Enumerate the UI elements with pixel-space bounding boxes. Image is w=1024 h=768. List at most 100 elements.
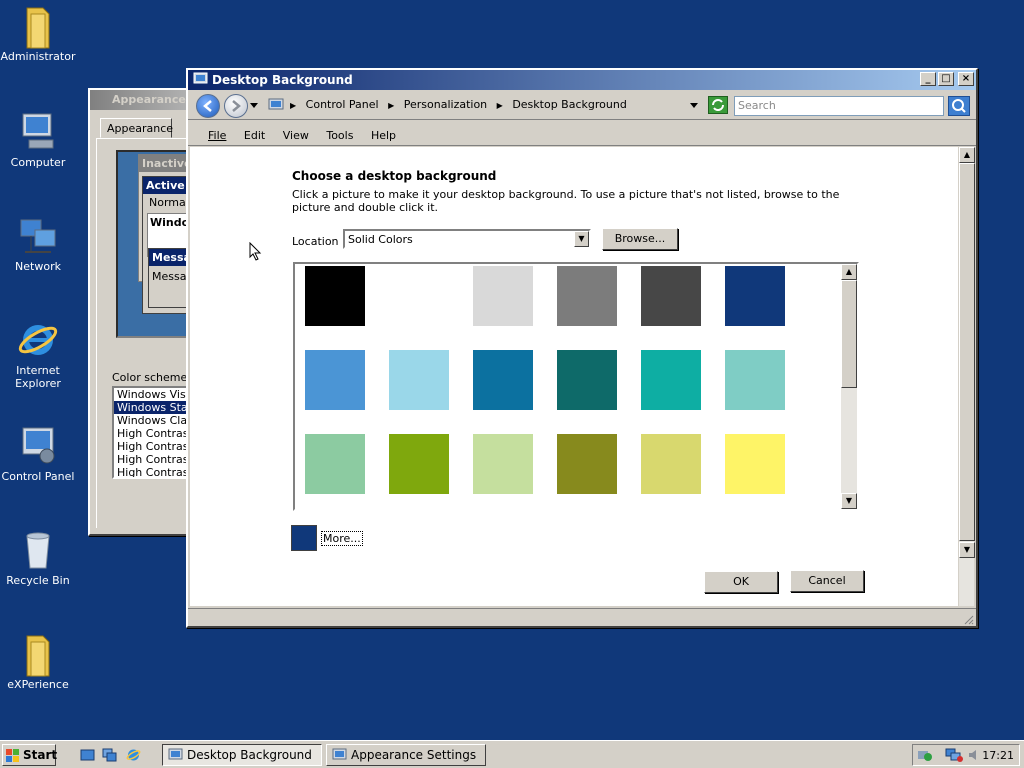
color-scheme-label: Color scheme: — [112, 371, 191, 384]
breadcrumb-desktop-background[interactable]: Desktop Background — [512, 98, 627, 111]
refresh-icon — [712, 99, 724, 111]
color-swatch[interactable] — [641, 350, 701, 410]
breadcrumb-control-panel[interactable]: Control Panel — [306, 98, 379, 111]
breadcrumb-personalization[interactable]: Personalization — [404, 98, 487, 111]
forward-button[interactable] — [224, 94, 248, 118]
color-swatch[interactable] — [557, 350, 617, 410]
color-swatch[interactable] — [305, 266, 365, 326]
close-button[interactable]: × — [958, 72, 974, 86]
computer-icon — [17, 110, 59, 152]
color-swatch[interactable] — [725, 434, 785, 494]
chevron-down-icon[interactable] — [250, 103, 258, 109]
menu-view[interactable]: View — [283, 129, 309, 142]
window-titlebar[interactable]: Desktop Background _ □ × — [188, 70, 976, 90]
scroll-down-button[interactable]: ▼ — [841, 493, 857, 509]
desktop-icon-experience[interactable]: eXPerience — [0, 632, 76, 691]
breadcrumb: ▶ Control Panel ▶ Personalization ▶ Desk… — [290, 98, 627, 111]
windows-logo-icon — [6, 749, 19, 762]
start-label: Start — [23, 748, 58, 762]
address-bar: ▶ Control Panel ▶ Personalization ▶ Desk… — [188, 90, 976, 120]
control-panel-icon — [17, 424, 59, 466]
desktop-icon-computer[interactable]: Computer — [0, 110, 76, 169]
location-value: Solid Colors — [348, 233, 413, 246]
more-colors-link[interactable]: More... — [321, 531, 363, 546]
appearance-title[interactable]: Appearance S — [90, 90, 196, 110]
color-swatch[interactable] — [305, 434, 365, 494]
ok-button[interactable]: OK — [704, 571, 778, 593]
status-bar — [188, 608, 976, 626]
desktop-icon-label: Control Panel — [1, 470, 75, 483]
swatch-scrollbar[interactable]: ▲ ▼ — [841, 264, 857, 509]
scroll-thumb[interactable] — [959, 163, 975, 541]
menu-help[interactable]: Help — [371, 129, 396, 142]
recycle-bin-icon — [17, 528, 59, 570]
desktop-background-window[interactable]: Desktop Background _ □ × ▶ Control Panel… — [186, 68, 978, 628]
address-dropdown-icon[interactable] — [690, 103, 698, 109]
refresh-button[interactable] — [708, 96, 728, 114]
menu-edit[interactable]: Edit — [244, 129, 265, 142]
scroll-up-button[interactable]: ▲ — [959, 147, 975, 163]
scroll-up-button[interactable]: ▲ — [841, 264, 857, 280]
cancel-button[interactable]: Cancel — [790, 570, 864, 592]
network-status-icon[interactable] — [945, 748, 963, 762]
content-scrollbar[interactable]: ▲ ▼ — [958, 147, 975, 606]
color-swatch[interactable] — [557, 434, 617, 494]
color-swatch[interactable] — [557, 266, 617, 326]
tab-appearance[interactable]: Appearance — [100, 118, 173, 138]
clock[interactable]: 17:21 — [982, 749, 1014, 762]
search-icon — [952, 99, 966, 113]
desktop-icon-label: Network — [15, 260, 61, 273]
desktop-icon-internet-explorer[interactable]: Internet Explorer — [0, 318, 76, 390]
color-swatch[interactable] — [641, 434, 701, 494]
volume-icon[interactable] — [967, 748, 981, 762]
color-swatch[interactable] — [305, 350, 365, 410]
system-tray: 17:21 — [912, 744, 1020, 766]
color-swatch[interactable] — [473, 434, 533, 494]
show-desktop-icon[interactable] — [80, 748, 95, 762]
selected-color-swatch[interactable] — [291, 525, 317, 551]
appearance-settings-window[interactable]: Appearance S Appearance Inactive Active … — [88, 88, 208, 536]
menu-file[interactable]: File — [208, 129, 226, 142]
scroll-thumb[interactable] — [841, 280, 857, 388]
desktop-icon-label: Recycle Bin — [6, 574, 70, 587]
personalization-icon — [168, 748, 183, 760]
color-swatch[interactable] — [725, 350, 785, 410]
browse-button[interactable]: Browse... — [602, 228, 678, 250]
color-swatch[interactable] — [389, 434, 449, 494]
scroll-down-button[interactable]: ▼ — [959, 542, 975, 558]
color-swatch[interactable] — [389, 266, 449, 326]
desktop-icon-control-panel[interactable]: Control Panel — [0, 424, 76, 483]
desktop-icon-recycle-bin[interactable]: Recycle Bin — [0, 528, 76, 587]
minimize-button[interactable]: _ — [920, 72, 936, 86]
task-desktop-background[interactable]: Desktop Background — [162, 744, 322, 766]
chevron-down-icon[interactable]: ▼ — [574, 231, 589, 247]
color-swatch[interactable] — [725, 266, 785, 326]
page-title: Choose a desktop background — [292, 169, 497, 183]
color-swatch[interactable] — [641, 266, 701, 326]
security-status-icon[interactable] — [917, 748, 933, 762]
desktop-icon-network[interactable]: Network — [0, 214, 76, 273]
page-description: Click a picture to make it your desktop … — [292, 188, 840, 214]
task-label: Desktop Background — [187, 748, 312, 762]
folder-icon — [17, 632, 59, 677]
taskbar: Start Desktop Background Appearance Sett… — [0, 740, 1024, 768]
arrow-left-icon — [203, 100, 212, 112]
search-input[interactable]: Search — [734, 96, 944, 116]
menu-tools[interactable]: Tools — [326, 129, 353, 142]
resize-grip-icon[interactable] — [962, 613, 974, 625]
internet-explorer-icon[interactable] — [126, 748, 141, 762]
desktop-icon-label: Computer — [10, 156, 66, 169]
switch-windows-icon[interactable] — [102, 748, 117, 762]
search-button[interactable] — [948, 96, 970, 116]
start-button[interactable]: Start — [2, 744, 58, 766]
color-swatch[interactable] — [473, 266, 533, 326]
control-panel-icon — [268, 98, 284, 110]
location-dropdown[interactable]: Solid Colors ▼ — [343, 229, 591, 249]
desktop-icon-administrator[interactable]: Administrator — [0, 4, 76, 63]
task-appearance-settings[interactable]: Appearance Settings — [326, 744, 486, 766]
maximize-button[interactable]: □ — [938, 72, 954, 86]
location-label: Location — [292, 235, 339, 248]
back-button[interactable] — [196, 94, 220, 118]
color-swatch[interactable] — [473, 350, 533, 410]
color-swatch[interactable] — [389, 350, 449, 410]
